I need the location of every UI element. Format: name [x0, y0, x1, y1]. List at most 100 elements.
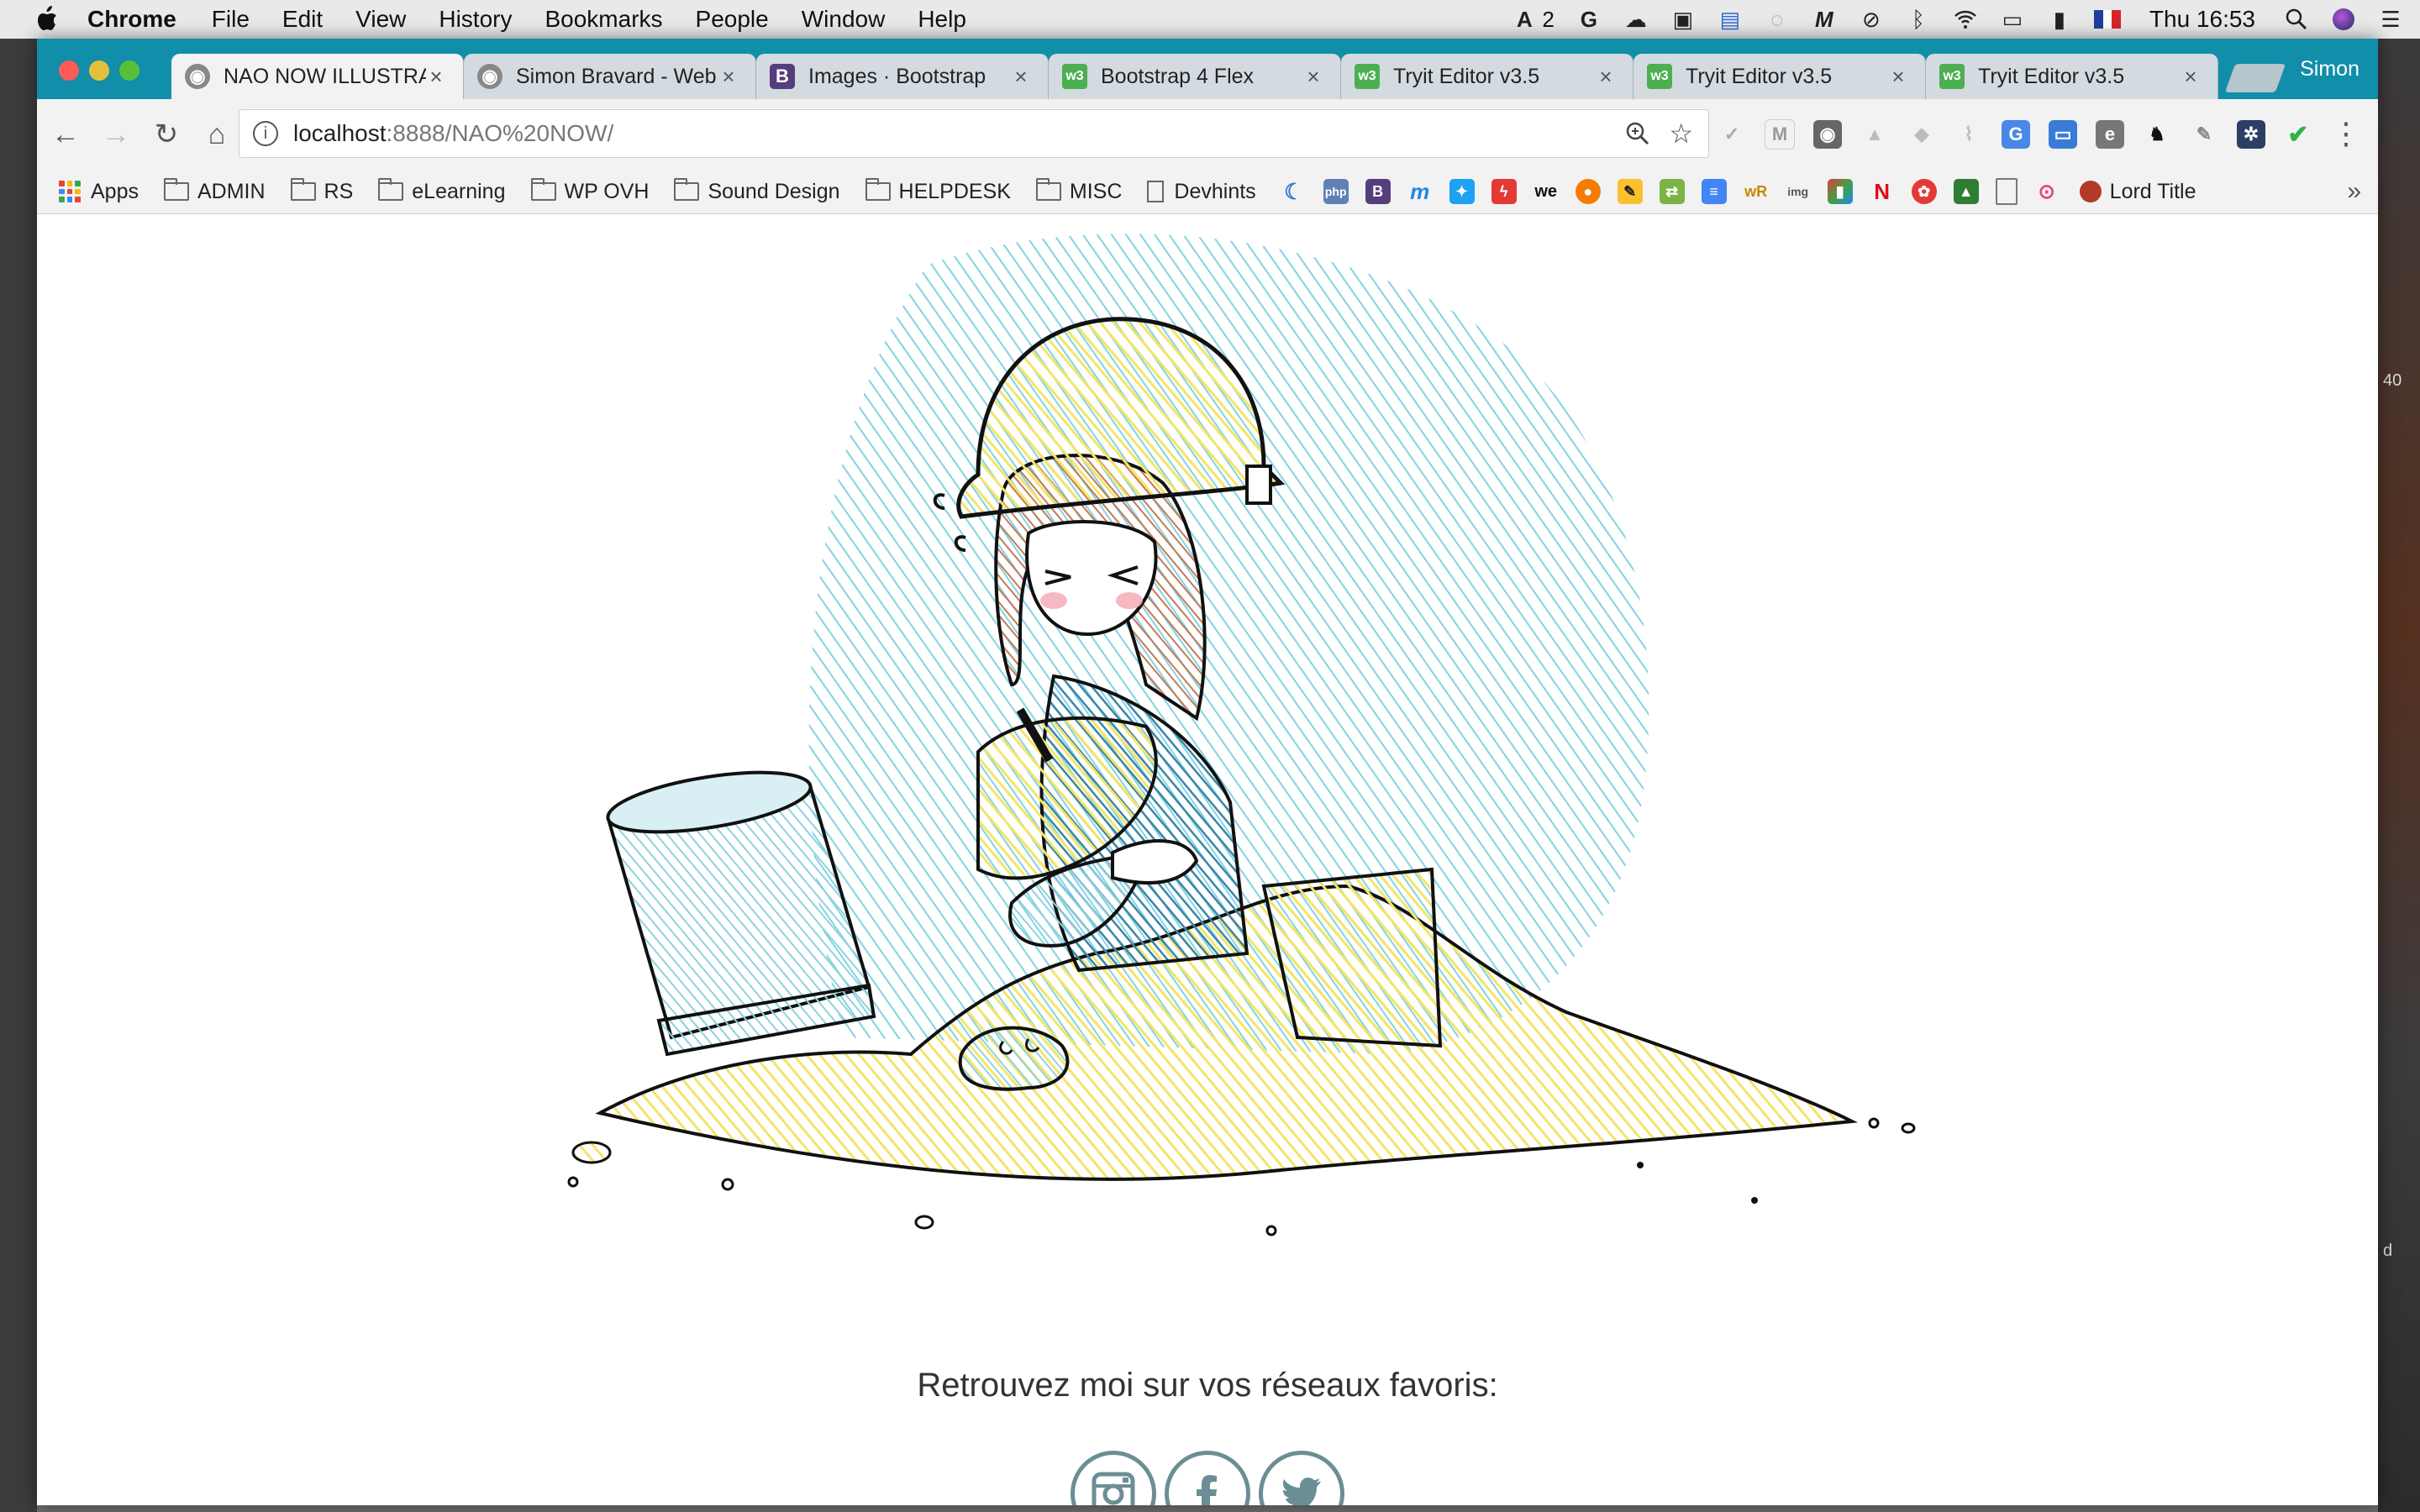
adobe-status[interactable]: A 2 — [1512, 7, 1555, 33]
green-arrows-icon[interactable]: ⇄ — [1659, 179, 1685, 204]
checkmark-icon[interactable]: ✔ — [2284, 120, 2312, 149]
grammarly-icon[interactable]: G — [1576, 7, 1602, 32]
red-globe-icon[interactable]: ✿ — [1911, 179, 1937, 204]
menu-window[interactable]: Window — [802, 6, 886, 33]
cloud-upload-icon[interactable]: ☁ — [1623, 7, 1649, 32]
blank-page-icon[interactable] — [1995, 178, 2018, 205]
extension-v-icon[interactable]: ✓ — [1718, 120, 1746, 149]
close-tab-icon[interactable]: × — [1303, 64, 1323, 90]
colorful-icon[interactable]: ▮ — [1827, 179, 1853, 204]
twitter-link[interactable] — [1259, 1451, 1344, 1505]
tab-tryit-2[interactable]: w3 Tryit Editor v3.5 × — [1634, 54, 1926, 99]
instagram-link[interactable] — [1071, 1451, 1156, 1505]
orange-circle-icon[interactable]: ● — [1575, 179, 1601, 204]
menu-bookmarks[interactable]: Bookmarks — [544, 6, 662, 33]
bookmark-folder-rs[interactable]: RS — [290, 178, 353, 204]
menu-view[interactable]: View — [355, 6, 406, 33]
close-tab-icon[interactable]: × — [1596, 64, 1616, 90]
m-script-icon[interactable]: m — [1407, 179, 1433, 204]
bookmark-folder-wp-ovh[interactable]: WP OVH — [530, 178, 649, 204]
tab-tryit-3[interactable]: w3 Tryit Editor v3.5 × — [1926, 54, 2218, 99]
evernote-icon[interactable]: e — [2096, 120, 2124, 149]
bluetooth-icon[interactable]: ᛒ — [1906, 7, 1931, 32]
site-info-icon[interactable]: i — [253, 121, 278, 146]
new-tab-button[interactable] — [2224, 64, 2286, 92]
lightbulb-icon[interactable]: ◉ — [1813, 120, 1842, 149]
img-tools-icon[interactable]: img — [1786, 179, 1811, 204]
forward-button[interactable]: → — [94, 113, 138, 156]
menu-history[interactable]: History — [439, 6, 512, 33]
bookmark-folder-sound-design[interactable]: Sound Design — [674, 178, 840, 204]
zoom-icon[interactable] — [1624, 120, 1651, 147]
sync-icon[interactable]: ▣ — [1670, 7, 1696, 32]
spinner-icon[interactable]: ◌ — [1765, 7, 1790, 32]
window-icon[interactable]: ▭ — [2049, 120, 2077, 149]
wordreference-icon[interactable]: wR — [1744, 179, 1769, 204]
battery-icon[interactable]: ▮ — [2047, 7, 2072, 32]
bookmark-apps[interactable]: Apps — [59, 180, 139, 204]
wave-icon[interactable]: ☾ — [1281, 179, 1307, 204]
home-button[interactable]: ⌂ — [195, 113, 239, 156]
tab-bootstrap-flex[interactable]: w3 Bootstrap 4 Flex × — [1049, 54, 1341, 99]
tools-icon[interactable]: ✎ — [2190, 120, 2218, 149]
address-bar[interactable]: i localhost:8888/NAO%20NOW/ ☆ — [239, 109, 1709, 158]
menu-help[interactable]: Help — [918, 6, 966, 33]
bookmark-folder-elearning[interactable]: eLearning — [378, 178, 506, 204]
m-icon[interactable]: M — [1812, 7, 1837, 32]
tab-bootstrap-images[interactable]: B Images · Bootstrap × — [756, 54, 1049, 99]
profile-button[interactable]: Simon — [2300, 57, 2360, 81]
we-icon[interactable]: we — [1534, 179, 1559, 204]
spotlight-search-icon[interactable] — [2284, 7, 2309, 32]
snowflake-icon[interactable]: ✲ — [2237, 120, 2265, 149]
dropbox-icon[interactable]: ◆ — [1907, 120, 1936, 149]
netflix-icon[interactable]: N — [1870, 179, 1895, 204]
close-window-button[interactable] — [59, 60, 79, 81]
tab-tryit-1[interactable]: w3 Tryit Editor v3.5 × — [1341, 54, 1634, 99]
tab-nao-now[interactable]: ◉ NAO NOW ILLUSTRATI × — [171, 54, 464, 99]
pink-icon[interactable]: ⊙ — [2034, 179, 2060, 204]
green-code-icon[interactable]: ▲ — [1953, 179, 1979, 204]
menu-people[interactable]: People — [696, 6, 769, 33]
bookmark-lord-title[interactable]: Lord Title — [2079, 180, 2196, 204]
menu-clock[interactable]: Thu 16:53 — [2149, 6, 2255, 33]
do-not-disturb-icon[interactable]: ⊘ — [1859, 7, 1884, 32]
bookmark-star-icon[interactable]: ☆ — [1669, 118, 1693, 150]
php-icon[interactable]: php — [1323, 179, 1349, 204]
menu-edit[interactable]: Edit — [282, 6, 323, 33]
bookmark-folder-misc[interactable]: MISC — [1035, 178, 1122, 204]
bookmark-devhints[interactable]: Devhints — [1147, 180, 1256, 204]
docs-icon[interactable]: ≡ — [1701, 179, 1727, 204]
close-tab-icon[interactable]: × — [1011, 64, 1031, 90]
bookmark-folder-admin[interactable]: ADMIN — [163, 178, 266, 204]
bootstrap-icon[interactable]: B — [1365, 179, 1391, 204]
more-bookmarks-icon[interactable]: » — [2347, 177, 2361, 206]
close-tab-icon[interactable]: × — [718, 64, 739, 90]
chrome-menu-icon[interactable]: ⋮ — [2331, 116, 2361, 151]
notification-center-icon[interactable]: ☰ — [2378, 7, 2403, 32]
twitter-bird-icon[interactable]: ✦ — [1449, 179, 1475, 204]
horse-icon[interactable]: ♞ — [2143, 120, 2171, 149]
airplay-icon[interactable]: ▭ — [2000, 7, 2025, 32]
google-translate-icon[interactable]: G — [2002, 120, 2030, 149]
user-avatar-icon[interactable] — [2331, 7, 2356, 32]
minimize-window-button[interactable] — [89, 60, 109, 81]
apple-icon[interactable] — [34, 5, 59, 34]
pen-icon[interactable]: ✎ — [1617, 179, 1643, 204]
reload-button[interactable]: ↻ — [145, 113, 188, 156]
menu-app-name[interactable]: Chrome — [87, 6, 176, 33]
back-button[interactable]: ← — [44, 113, 87, 156]
facebook-link[interactable] — [1165, 1451, 1250, 1505]
close-tab-icon[interactable]: × — [1888, 64, 1908, 90]
bookmark-folder-helpdesk[interactable]: HELPDESK — [865, 178, 1011, 204]
close-tab-icon[interactable]: × — [426, 64, 446, 90]
french-flag-icon[interactable] — [2093, 10, 2121, 29]
analytics-icon[interactable]: ⌇ — [1954, 120, 1983, 149]
close-tab-icon[interactable]: × — [2181, 64, 2201, 90]
bolt-icon[interactable]: ϟ — [1491, 179, 1517, 204]
menu-file[interactable]: File — [212, 6, 250, 33]
drive-icon[interactable]: ▤ — [1718, 7, 1743, 32]
google-drive-icon[interactable]: ▲ — [1860, 120, 1889, 149]
maximize-window-button[interactable] — [119, 60, 139, 81]
gmail-icon[interactable]: M — [1765, 119, 1795, 150]
wifi-icon[interactable] — [1953, 7, 1978, 32]
